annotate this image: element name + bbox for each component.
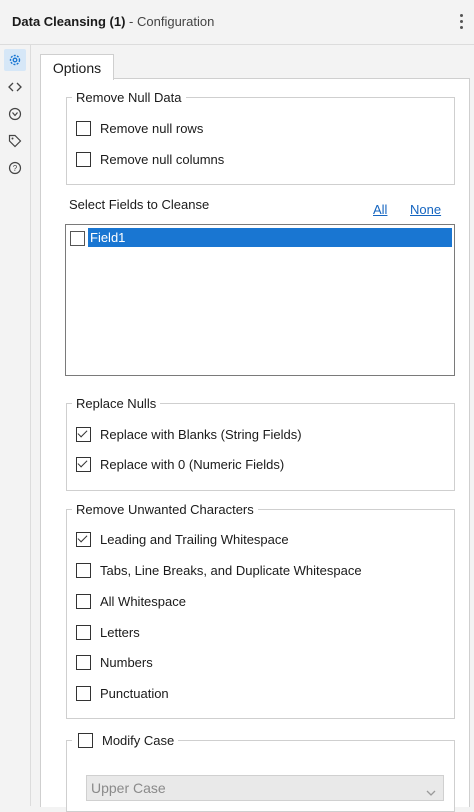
numbers-checkbox[interactable]: Numbers [76,653,153,671]
tabs-linebreaks-checkbox[interactable]: Tabs, Line Breaks, and Duplicate Whitesp… [76,561,362,579]
remove-null-columns-checkbox[interactable]: Remove null columns [76,150,224,168]
replace-with-blanks-label: Replace with Blanks (String Fields) [100,426,302,442]
chevron-down-icon [425,782,437,806]
gear-icon[interactable] [4,49,26,71]
replace-with-zero-label: Replace with 0 (Numeric Fields) [100,456,285,472]
field-label: Field1 [88,228,452,247]
checkbox-box[interactable] [76,685,91,701]
letters-checkbox[interactable]: Letters [76,623,140,641]
remove-unwanted-legend: Remove Unwanted Characters [72,502,258,517]
checkbox-box[interactable] [78,732,93,748]
modify-case-label: Modify Case [102,732,175,748]
code-icon[interactable] [4,76,26,98]
replace-with-blanks-checkbox[interactable]: Replace with Blanks (String Fields) [76,425,302,443]
remove-null-data-legend: Remove Null Data [72,90,186,105]
field-checkbox[interactable] [70,231,85,246]
modify-case-checkbox[interactable]: Modify Case [72,731,179,749]
leading-trailing-whitespace-checkbox[interactable]: Leading and Trailing Whitespace [76,530,289,548]
replace-with-zero-checkbox[interactable]: Replace with 0 (Numeric Fields) [76,455,284,473]
help-icon[interactable]: ? [4,157,26,179]
punctuation-checkbox[interactable]: Punctuation [76,684,169,702]
annotation-icon[interactable] [4,103,26,125]
all-whitespace-checkbox[interactable]: All Whitespace [76,592,186,610]
list-item[interactable]: Field1 [68,228,452,247]
checkbox-box[interactable] [76,624,91,640]
window-title: Data Cleansing (1) - Configuration [12,14,214,29]
tabs-linebreaks-label: Tabs, Line Breaks, and Duplicate Whitesp… [100,562,362,578]
tool-name: Data Cleansing (1) [12,14,126,29]
leading-trailing-whitespace-label: Leading and Trailing Whitespace [100,531,289,547]
checkbox-box[interactable] [76,531,91,547]
remove-null-data-group [66,97,455,185]
more-options-icon[interactable] [455,11,467,31]
fields-listbox[interactable]: Field1 [65,224,455,376]
checkbox-box[interactable] [76,562,91,578]
tab-options[interactable]: Options [40,54,114,80]
select-all-link[interactable]: All [373,202,387,217]
all-whitespace-label: All Whitespace [100,593,186,609]
title-bar: Data Cleansing (1) - Configuration [0,0,474,45]
checkbox-box[interactable] [76,120,91,136]
window-subtitle: - Configuration [129,14,215,29]
case-dropdown-value: Upper Case [91,780,166,796]
case-dropdown[interactable]: Upper Case [86,775,444,801]
side-rail: ? [0,45,31,806]
checkbox-box[interactable] [76,426,91,442]
select-none-link[interactable]: None [410,202,441,217]
tag-icon[interactable] [4,130,26,152]
remove-null-columns-label: Remove null columns [100,151,225,167]
checkbox-box[interactable] [76,151,91,167]
checkbox-box[interactable] [76,654,91,670]
select-fields-label: Select Fields to Cleanse [69,197,210,212]
checkbox-box[interactable] [76,593,91,609]
numbers-label: Numbers [100,654,153,670]
svg-text:?: ? [13,164,18,173]
checkbox-box[interactable] [76,456,91,472]
punctuation-label: Punctuation [100,685,169,701]
letters-label: Letters [100,624,140,640]
replace-nulls-legend: Replace Nulls [72,396,161,411]
remove-null-rows-checkbox[interactable]: Remove null rows [76,119,203,137]
replace-nulls-group [66,403,455,491]
remove-null-rows-label: Remove null rows [100,120,204,136]
